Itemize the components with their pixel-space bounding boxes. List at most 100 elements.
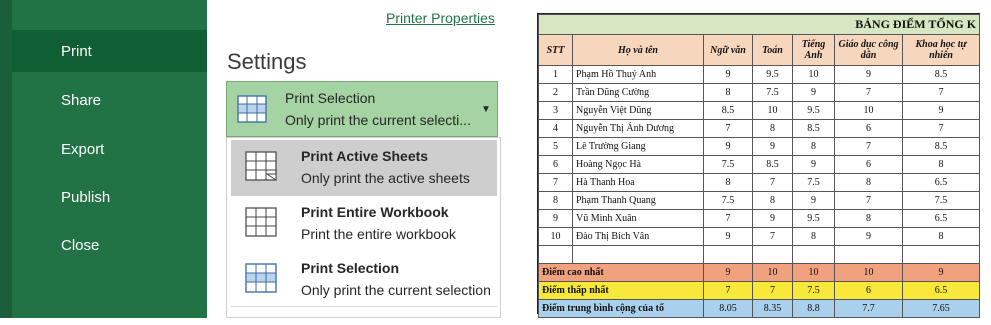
table-cell[interactable]: 7	[703, 209, 753, 228]
nav-item-share[interactable]: Share	[12, 79, 207, 121]
table-cell[interactable]: 7.5	[901, 191, 981, 210]
table-cell[interactable]: 9	[792, 191, 835, 210]
header-cell[interactable]: Họ và tên	[572, 34, 704, 66]
student-name-cell[interactable]: Nguyễn Thị Ánh Dương	[572, 119, 704, 138]
student-name-cell[interactable]: Phạm Thanh Quang	[572, 191, 704, 210]
table-cell[interactable]: 8	[834, 209, 903, 228]
table-cell[interactable]: 8	[792, 137, 835, 156]
table-cell[interactable]: 8	[538, 191, 573, 210]
summary-value[interactable]: 6.5	[901, 281, 981, 300]
summary-value[interactable]: 9	[901, 263, 981, 282]
summary-value[interactable]: 7.7	[834, 299, 903, 318]
table-cell[interactable]: 10	[752, 101, 793, 120]
summary-value[interactable]: 10	[834, 263, 903, 282]
table-cell[interactable]: 7	[703, 119, 753, 138]
table-cell[interactable]: 6	[538, 155, 573, 174]
table-cell[interactable]: 8.5	[752, 155, 793, 174]
table-cell[interactable]: 7.5	[792, 173, 835, 192]
summary-value[interactable]: 7	[752, 281, 793, 300]
summary-value[interactable]: 6	[834, 281, 903, 300]
empty-cell[interactable]	[703, 245, 753, 264]
table-cell[interactable]: 6	[834, 155, 903, 174]
empty-cell[interactable]	[538, 245, 573, 264]
table-cell[interactable]: 9	[834, 65, 903, 84]
table-cell[interactable]: 7	[834, 83, 903, 102]
table-cell[interactable]: 8	[901, 227, 981, 246]
table-cell[interactable]: 9	[703, 65, 753, 84]
table-cell[interactable]: 6.5	[901, 173, 981, 192]
table-cell[interactable]: 7.5	[752, 83, 793, 102]
table-cell[interactable]: 8	[703, 173, 753, 192]
table-cell[interactable]: 4	[538, 119, 573, 138]
summary-value[interactable]: 8.35	[752, 299, 793, 318]
summary-value[interactable]: 7.5	[792, 281, 835, 300]
table-cell[interactable]: 8	[834, 173, 903, 192]
table-cell[interactable]: 3	[538, 101, 573, 120]
header-cell[interactable]: Khoa học tự nhiên	[901, 34, 981, 66]
table-cell[interactable]: 10	[834, 101, 903, 120]
table-title[interactable]: BẢNG ĐIỂM TỔNG K	[537, 14, 981, 35]
nav-item-print[interactable]: Print	[12, 30, 207, 72]
table-cell[interactable]: 7	[538, 173, 573, 192]
table-cell[interactable]: 9	[752, 137, 793, 156]
table-cell[interactable]: 9	[792, 83, 835, 102]
summary-value[interactable]: 10	[792, 263, 835, 282]
student-name-cell[interactable]: Nguyễn Việt Dũng	[572, 101, 704, 120]
print-what-dropdown[interactable]: Print Selection Only print the current s…	[226, 81, 498, 137]
header-cell[interactable]: Toán	[752, 34, 793, 66]
table-cell[interactable]: 6	[834, 119, 903, 138]
table-cell[interactable]: 2	[538, 83, 573, 102]
table-cell[interactable]: 9	[538, 209, 573, 228]
student-name-cell[interactable]: Phạm Hồ Thuý Anh	[572, 65, 704, 84]
table-cell[interactable]: 8.5	[901, 65, 981, 84]
table-cell[interactable]: 9.5	[752, 65, 793, 84]
table-cell[interactable]: 10	[538, 227, 573, 246]
empty-cell[interactable]	[792, 245, 835, 264]
printer-properties-link[interactable]: Printer Properties	[386, 10, 495, 26]
table-cell[interactable]: 8	[792, 227, 835, 246]
table-cell[interactable]: 7	[752, 173, 793, 192]
table-cell[interactable]: 9	[901, 101, 981, 120]
summary-value[interactable]: 10	[752, 263, 793, 282]
table-cell[interactable]: 8.5	[901, 137, 981, 156]
table-cell[interactable]: 8.5	[792, 119, 835, 138]
table-cell[interactable]: 1	[538, 65, 573, 84]
table-cell[interactable]: 9	[752, 209, 793, 228]
table-cell[interactable]: 7	[834, 191, 903, 210]
summary-value[interactable]: 8.8	[792, 299, 835, 318]
table-cell[interactable]: 9	[703, 137, 753, 156]
summary-label[interactable]: Điểm cao nhất	[538, 263, 704, 282]
table-cell[interactable]: 10	[792, 65, 835, 84]
nav-item-export[interactable]: Export	[12, 128, 207, 170]
empty-cell[interactable]	[834, 245, 903, 264]
summary-value[interactable]: 8.05	[703, 299, 753, 318]
header-cell[interactable]: STT	[538, 34, 573, 66]
summary-value[interactable]: 7.65	[901, 299, 981, 318]
table-cell[interactable]: 6.5	[901, 209, 981, 228]
table-cell[interactable]: 8	[752, 119, 793, 138]
student-name-cell[interactable]: Hà Thanh Hoa	[572, 173, 704, 192]
empty-cell[interactable]	[752, 245, 793, 264]
table-cell[interactable]: 8	[703, 83, 753, 102]
table-cell[interactable]: 8	[752, 191, 793, 210]
nav-item-publish[interactable]: Publish	[12, 176, 207, 218]
summary-value[interactable]: 7	[703, 281, 753, 300]
table-cell[interactable]: 9.5	[792, 101, 835, 120]
table-cell[interactable]: 9	[792, 155, 835, 174]
student-name-cell[interactable]: Đào Thị Bích Vân	[572, 227, 704, 246]
menu-option-print-selection[interactable]: Print Selection Only print the current s…	[231, 252, 497, 308]
menu-option-print-entire-workbook[interactable]: Print Entire Workbook Print the entire w…	[231, 196, 497, 252]
table-cell[interactable]: 7.5	[703, 191, 753, 210]
nav-item-close[interactable]: Close	[12, 224, 207, 266]
student-name-cell[interactable]: Hoàng Ngọc Hà	[572, 155, 704, 174]
summary-value[interactable]: 9	[703, 263, 753, 282]
table-cell[interactable]: 7	[752, 227, 793, 246]
table-cell[interactable]: 9	[834, 227, 903, 246]
empty-cell[interactable]	[901, 245, 981, 264]
header-cell[interactable]: Tiếng Anh	[792, 34, 835, 66]
summary-label[interactable]: Điểm thấp nhất	[538, 281, 704, 300]
student-name-cell[interactable]: Lê Trường Giang	[572, 137, 704, 156]
empty-cell[interactable]	[572, 245, 704, 264]
header-cell[interactable]: Giáo dục công dân	[834, 34, 903, 66]
menu-option-print-active-sheets[interactable]: Print Active Sheets Only print the activ…	[231, 140, 497, 196]
